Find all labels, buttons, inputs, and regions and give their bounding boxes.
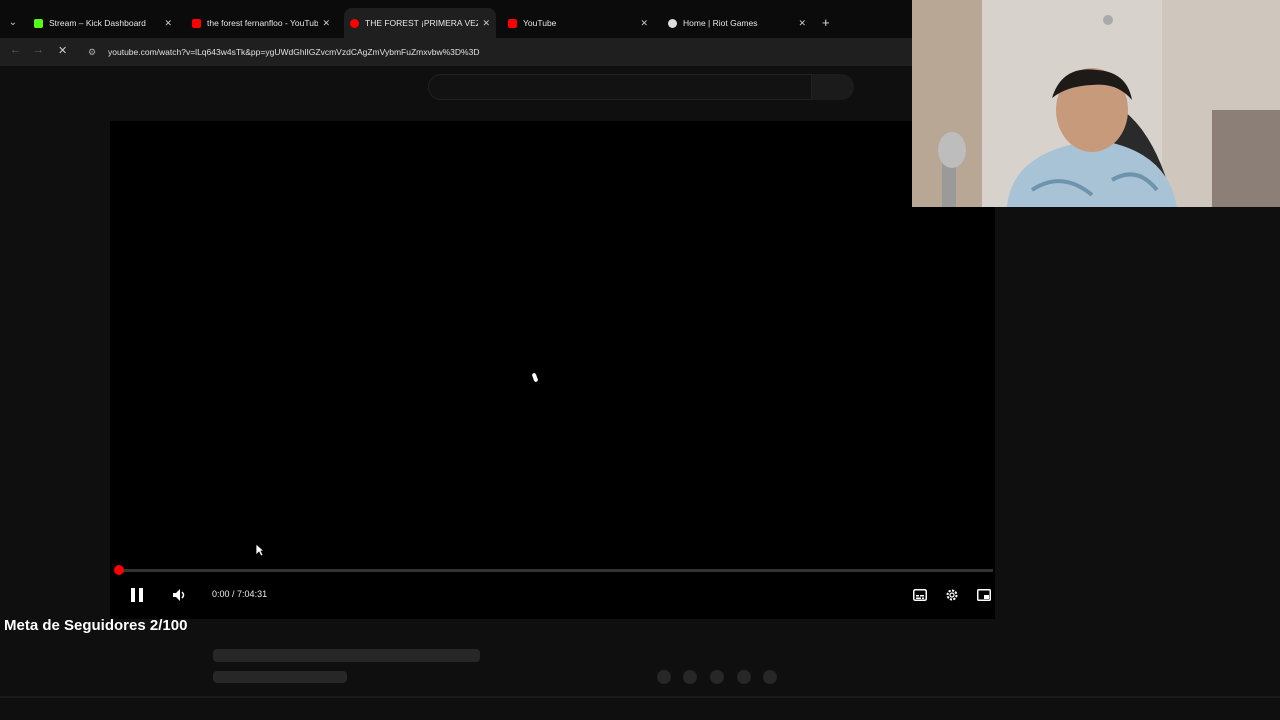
miniplayer-button[interactable] [975,586,993,604]
tab-title: THE FOREST ¡PRIMERA VEZ [365,18,479,28]
channel-skeleton [213,671,347,683]
site-info-icon[interactable]: ⚙ [86,46,98,58]
video-player[interactable] [110,121,995,619]
tab-riot-games[interactable]: Home | Riot Games ✕ [662,8,812,38]
action-skeleton-dot [763,670,777,684]
tab-close-icon[interactable]: ✕ [164,18,172,29]
time-display: 0:00 / 7:04:31 [212,589,267,599]
search-button[interactable] [812,74,854,100]
tab-youtube-search[interactable]: the forest fernanfloo - YouTube ✕ [186,8,336,38]
mute-button[interactable] [170,586,188,604]
subtitles-button[interactable] [911,586,929,604]
loading-favicon-icon [350,18,359,28]
tab-title: Stream – Kick Dashboard [49,18,146,28]
youtube-favicon-icon [192,18,201,28]
gear-icon [946,589,958,601]
duration: 7:04:31 [237,589,268,599]
progress-bar[interactable] [116,569,993,572]
action-skeleton-dot [683,670,697,684]
title-skeleton [213,649,480,662]
tab-kick-dashboard[interactable]: Stream – Kick Dashboard ✕ [28,8,178,38]
pause-icon [131,588,143,602]
streamer-webcam-image [912,0,1280,207]
riot-favicon-icon [668,18,677,28]
settings-button[interactable] [943,586,961,604]
stop-loading-icon[interactable]: ✕ [58,44,67,57]
action-skeleton-dot [710,670,724,684]
follower-goal-overlay: Meta de Seguidores 2/100 [4,617,188,634]
divider [0,696,1280,698]
miniplayer-icon [977,589,991,601]
time-separator: / [229,589,238,599]
youtube-favicon-icon [508,18,517,28]
pause-button[interactable] [128,586,146,604]
back-arrow-icon[interactable]: ← [10,44,21,56]
tab-title: the forest fernanfloo - YouTube [207,18,319,28]
browser-toolbar: ← → ✕ ⚙ youtube.com/watch?v=lLq643w4sTk&… [0,38,912,66]
mouse-cursor-icon [255,543,265,557]
kick-favicon-icon [34,18,43,28]
webcam-overlay [912,0,1280,207]
search-input-placeholder[interactable] [428,74,812,100]
new-tab-plus-icon[interactable]: + [822,15,830,30]
tab-close-icon[interactable]: ✕ [322,18,330,29]
tab-title: Home | Riot Games [683,18,758,28]
action-skeleton-dot [657,670,671,684]
forward-arrow-icon[interactable]: → [33,44,44,56]
tab-current-video[interactable]: THE FOREST ¡PRIMERA VEZ ✕ [344,8,496,38]
url-text: youtube.com/watch?v=lLq643w4sTk&pp=ygUWd… [108,47,480,57]
tab-search-chevron-icon[interactable]: ⌄ [4,14,22,32]
browser-tab-strip: ⌄ Stream – Kick Dashboard ✕ the forest f… [0,0,912,38]
volume-icon [173,589,185,601]
action-skeleton-dot [737,670,751,684]
tab-close-icon[interactable]: ✕ [798,18,806,29]
current-time: 0:00 [212,589,230,599]
subtitles-icon [913,589,927,601]
tab-close-icon[interactable]: ✕ [482,18,490,29]
tab-close-icon[interactable]: ✕ [640,18,648,29]
address-bar[interactable]: ⚙ youtube.com/watch?v=lLq643w4sTk&pp=ygU… [80,42,908,62]
tab-title: YouTube [523,18,557,28]
tab-youtube[interactable]: YouTube ✕ [502,8,654,38]
progress-scrubber[interactable] [114,565,124,575]
